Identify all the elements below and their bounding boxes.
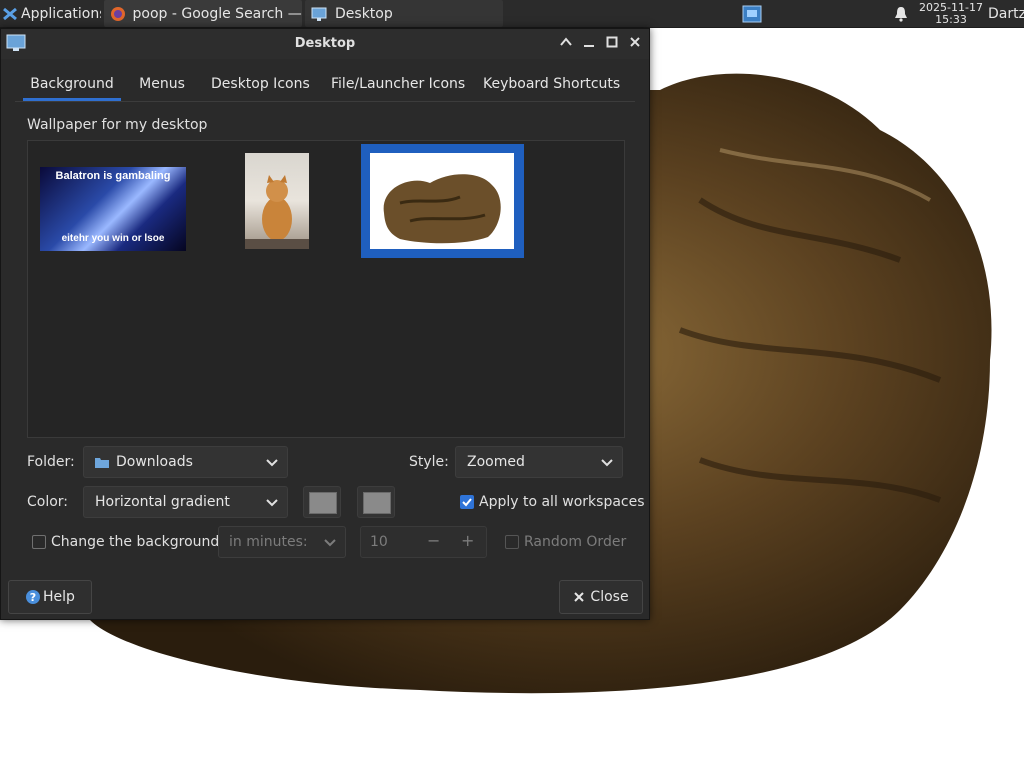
wallpaper-thumbnail-selected[interactable] [370, 153, 514, 249]
chevron-down-icon [324, 539, 336, 547]
svg-text:?: ? [30, 591, 36, 604]
wallpaper-thumbnail-view[interactable]: Balatron is gambaling eitehr you win or … [27, 140, 625, 438]
apply-all-workspaces-label: Apply to all workspaces [479, 494, 645, 510]
user-menu[interactable]: Dartz [988, 0, 1024, 27]
chevron-down-icon [266, 499, 278, 507]
wallpaper-thumbnail[interactable] [245, 153, 309, 249]
interval-unit-value: in minutes: [229, 534, 308, 550]
close-icon [574, 592, 585, 602]
change-background-label: Change the background [51, 534, 220, 550]
folder-combo[interactable]: Downloads [83, 446, 288, 478]
minimize-icon [584, 45, 594, 47]
shade-button[interactable] [557, 35, 575, 53]
chevron-down-icon [601, 459, 613, 467]
maximize-button[interactable] [603, 35, 621, 53]
taskbar-item-label: Desktop [335, 5, 393, 22]
title-bar[interactable]: Desktop [1, 29, 649, 59]
rock-image [383, 174, 501, 244]
clock-date: 2025-11-17 [919, 0, 983, 14]
wallpaper-thumbnail[interactable]: Balatron is gambaling eitehr you win or … [40, 167, 186, 251]
thumbnail-caption: eitehr you win or lsoe [61, 233, 165, 244]
folder-label: Folder: [27, 454, 75, 470]
chevron-down-icon [266, 459, 278, 467]
top-panel: Applications poop - Google Search — ... … [0, 0, 1024, 28]
window-title: Desktop [294, 36, 356, 51]
change-background-checkbox[interactable] [32, 535, 46, 549]
color-style-value: Horizontal gradient [95, 494, 230, 510]
taskbar-item-firefox[interactable]: poop - Google Search — ... [104, 0, 302, 27]
style-label: Style: [409, 454, 449, 470]
clock-time: 15:33 [935, 12, 967, 26]
close-button-label: Close [590, 589, 629, 605]
cat-image [245, 175, 309, 249]
clock[interactable]: 2025-11-17 15:33 [916, 0, 986, 27]
taskbar-item-label: poop - Google Search — ... [132, 5, 303, 22]
workspace-icon [742, 5, 762, 22]
color-label: Color: [27, 494, 69, 510]
close-button[interactable]: Close [559, 580, 643, 614]
folder-value: Downloads [116, 454, 193, 470]
thumbnail-caption: Balatron is gambaling [55, 170, 171, 182]
help-button[interactable]: ? Help [8, 580, 92, 614]
maximize-icon [606, 36, 618, 48]
interval-value: 10 [370, 534, 388, 550]
help-button-label: Help [43, 589, 75, 605]
tab-file-launcher-icons[interactable]: File/Launcher Icons [331, 67, 465, 101]
applications-menu-button[interactable]: Applications [0, 0, 102, 27]
tab-background[interactable]: Background [23, 67, 121, 101]
applications-menu-label: Applications [21, 5, 101, 22]
tab-menus[interactable]: Menus [135, 67, 189, 101]
secondary-color-button[interactable] [357, 486, 395, 518]
minimize-button[interactable] [580, 35, 598, 53]
increment-button[interactable]: + [461, 531, 474, 550]
apply-all-workspaces-checkbox[interactable] [460, 495, 474, 509]
wallpaper-section-label: Wallpaper for my desktop [27, 117, 208, 133]
tab-keyboard-shortcuts[interactable]: Keyboard Shortcuts [483, 67, 620, 101]
notifications-button[interactable] [890, 0, 912, 27]
random-order-label: Random Order [524, 534, 627, 550]
style-value: Zoomed [467, 454, 525, 470]
xfce-logo-icon [3, 7, 17, 20]
color-style-combo[interactable]: Horizontal gradient [83, 486, 288, 518]
tab-desktop-icons[interactable]: Desktop Icons [211, 67, 310, 101]
close-icon [630, 37, 640, 47]
random-order-checkbox[interactable] [505, 535, 519, 549]
chevron-up-icon [560, 37, 572, 46]
desktop-settings-dialog: Desktop Background Menus Desktop Icons F… [0, 28, 650, 620]
checkmark-icon [462, 498, 472, 507]
taskbar-item-desktop[interactable]: Desktop [305, 0, 503, 27]
firefox-icon [111, 6, 125, 21]
interval-unit-combo[interactable]: in minutes: [218, 526, 346, 558]
style-combo[interactable]: Zoomed [455, 446, 623, 478]
interval-spinbox[interactable]: 10 − + [360, 526, 487, 558]
close-window-button[interactable] [626, 35, 644, 53]
workspace-switcher[interactable] [740, 0, 764, 27]
folder-icon [95, 458, 109, 468]
color-swatch [309, 492, 337, 514]
color-swatch [363, 492, 391, 514]
primary-color-button[interactable] [303, 486, 341, 518]
help-icon: ? [26, 590, 41, 604]
tab-bar: Background Menus Desktop Icons File/Laun… [15, 67, 635, 102]
bell-icon [895, 6, 907, 22]
desktop-window-icon [311, 7, 327, 21]
decrement-button[interactable]: − [427, 531, 440, 550]
